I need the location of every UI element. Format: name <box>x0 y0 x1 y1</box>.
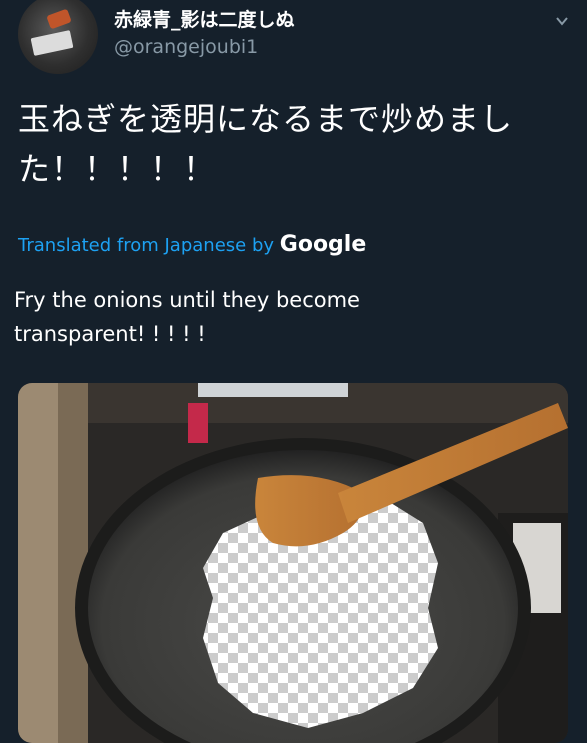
translated-text: Fry the onions until they become transpa… <box>14 288 360 346</box>
user-handle[interactable]: @orangejoubi1 <box>114 36 258 58</box>
google-logo[interactable]: Google <box>280 232 367 257</box>
tweet-photo[interactable] <box>18 383 568 743</box>
chevron-down-icon[interactable] <box>555 14 569 28</box>
translated-from-label: Translated from Japanese by <box>18 235 275 256</box>
translation-attribution: Translated from Japanese by Google <box>18 232 366 257</box>
avatar-glow <box>46 8 72 30</box>
tweet-avatar[interactable] <box>18 0 98 74</box>
avatar-block <box>30 30 74 56</box>
photo-illustration <box>18 383 568 743</box>
tweet-text: 玉ねぎを透明になるまで炒めました！！！！！ <box>18 100 514 188</box>
display-name[interactable]: 赤緑青_影は二度しぬ <box>114 5 295 32</box>
